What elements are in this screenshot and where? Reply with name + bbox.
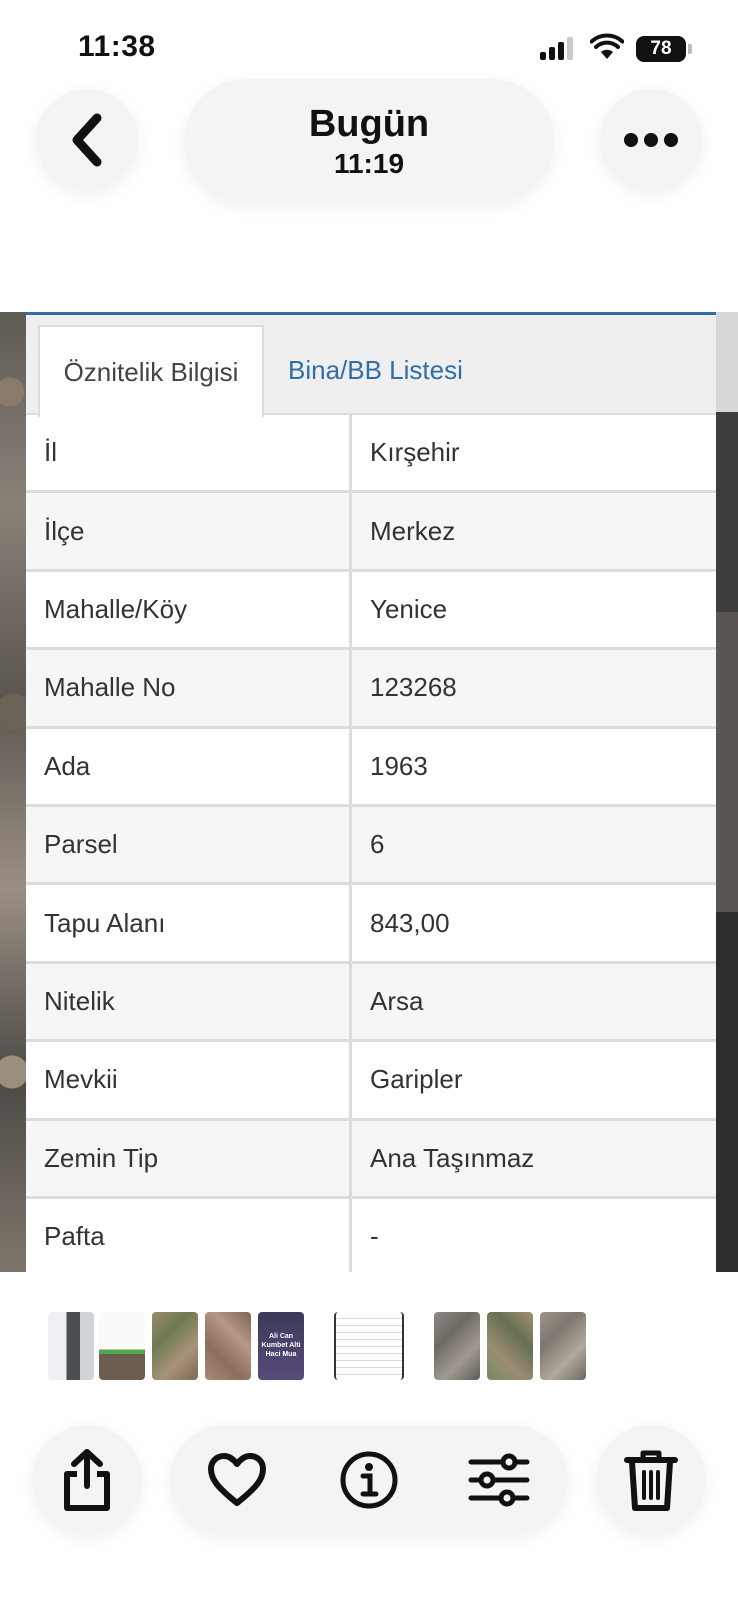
more-button[interactable] [600, 89, 702, 191]
thumbnail[interactable] [152, 1312, 198, 1380]
row-value: 123268 [370, 672, 457, 703]
table-row: Parsel 6 [26, 806, 716, 886]
favorite-button[interactable] [192, 1425, 282, 1535]
thumbnail-strip[interactable]: Ali Can Kumbet Alti Haci Mua [0, 1308, 738, 1382]
tab-building-list[interactable]: Bina/BB Listesi [288, 325, 463, 415]
bottom-toolbar [0, 1420, 738, 1540]
photo-edge [716, 312, 738, 1272]
row-label: Mevkii [26, 1042, 352, 1118]
action-pill [170, 1425, 568, 1535]
table-row: Pafta - [26, 1198, 716, 1272]
table-row: Nitelik Arsa [26, 963, 716, 1043]
thumbnail[interactable] [205, 1312, 251, 1380]
row-value: 6 [370, 829, 385, 860]
contact-card-text: Ali Can Kumbet Alti Haci Mua [261, 1333, 301, 1358]
row-label: Ada [26, 728, 352, 804]
table-row: Tapu Alanı 843,00 [26, 885, 716, 964]
status-time: 11:38 [78, 30, 156, 63]
thumbnail[interactable] [99, 1312, 145, 1380]
table-row: Mahalle/Köy Yenice [26, 571, 716, 651]
row-value: Yenice [370, 593, 448, 624]
photo-viewer[interactable]: Öznitelik Bilgisi Bina/BB Listesi İl Kırş… [0, 312, 738, 1272]
thumbnail[interactable] [540, 1312, 586, 1380]
page-title: Bugün [308, 103, 430, 145]
row-label: Mahalle/Köy [26, 571, 352, 648]
wifi-icon [590, 33, 624, 59]
heart-icon [208, 1453, 266, 1506]
page-subtitle: 11:19 [333, 148, 405, 179]
info-icon [340, 1451, 398, 1509]
delete-button[interactable] [596, 1425, 706, 1535]
thumbnail[interactable]: Ali Can Kumbet Alti Haci Mua [258, 1312, 304, 1380]
share-button[interactable] [32, 1425, 142, 1535]
table-row: Ada 1963 [26, 728, 716, 807]
adjust-button[interactable] [454, 1425, 544, 1535]
row-value: 843,00 [370, 907, 450, 938]
trash-icon [624, 1450, 678, 1511]
row-value: Garipler [370, 1064, 463, 1095]
info-button[interactable] [324, 1425, 414, 1535]
row-value: - [370, 1221, 379, 1252]
chevron-left-icon [72, 113, 102, 167]
thumbnail[interactable] [334, 1312, 404, 1380]
thumbnail[interactable] [434, 1312, 480, 1380]
table-row: Zemin Tip Ana Taşınmaz [26, 1120, 716, 1199]
row-label: Tapu Alanı [26, 885, 352, 961]
battery-level: 78 [650, 38, 672, 59]
battery-indicator: 78 [636, 36, 692, 62]
sliders-icon [468, 1453, 530, 1507]
table-row: Mahalle No 123268 [26, 650, 716, 729]
row-label: Mahalle No [26, 650, 352, 726]
row-label: İlçe [26, 493, 352, 569]
table-row: İlçe Merkez [26, 493, 716, 572]
thumbnail[interactable] [48, 1312, 94, 1380]
row-label: İl [26, 415, 352, 491]
thumbnail[interactable] [487, 1312, 533, 1380]
table-row: Mevkii Garipler [26, 1042, 716, 1121]
table-row: İl Kırşehir [26, 415, 716, 494]
more-horizontal-icon [624, 133, 678, 147]
title-pill: Bugün 11:19 [184, 79, 554, 203]
row-label: Nitelik [26, 963, 352, 1040]
row-value: Merkez [370, 515, 456, 546]
share-icon [64, 1449, 110, 1511]
cellular-signal-icon [540, 36, 576, 60]
row-label: Pafta [26, 1198, 352, 1272]
row-label: Parsel [26, 806, 352, 883]
row-value: Ana Taşınmaz [370, 1142, 535, 1173]
attribute-panel: Öznitelik Bilgisi Bina/BB Listesi İl Kırş… [26, 312, 716, 1272]
back-button[interactable] [36, 89, 138, 191]
tab-attribute-info[interactable]: Öznitelik Bilgisi [38, 325, 264, 417]
row-value: Arsa [370, 985, 424, 1016]
row-value: 1963 [370, 750, 428, 781]
row-value: Kırşehir [370, 437, 460, 468]
attribute-table: İl Kırşehir İlçe Merkez Mahalle/Köy Yenice … [26, 415, 716, 1272]
header: Bugün 11:19 [0, 75, 738, 215]
tab-bar: Öznitelik Bilgisi Bina/BB Listesi [26, 315, 716, 417]
row-label: Zemin Tip [26, 1120, 352, 1196]
